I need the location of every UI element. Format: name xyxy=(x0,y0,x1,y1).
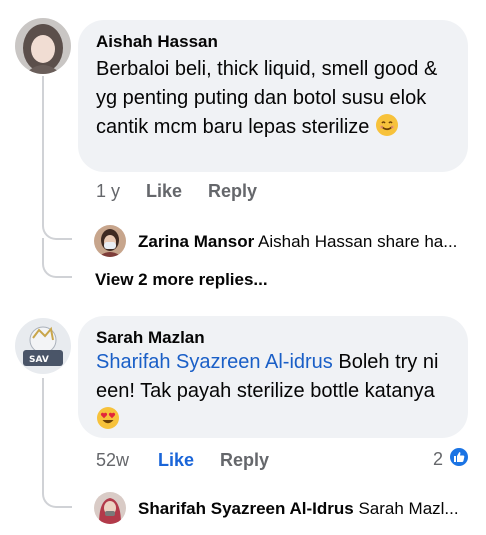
comment-author-1[interactable]: Aishah Hassan xyxy=(96,32,218,52)
reply-button-2[interactable]: Reply xyxy=(220,450,269,471)
comment-actions-1: 1 y Like Reply xyxy=(96,181,396,205)
thread-line-1b xyxy=(42,238,72,278)
comment-text-1: Berbaloi beli, thick liquid, smell good … xyxy=(96,55,458,142)
mention-link[interactable]: Sharifah Syazreen Al-idrus xyxy=(96,351,333,373)
comment-text-2: Sharifah Syazreen Al-idrus Boleh try ni … xyxy=(96,348,458,435)
thread-line-1 xyxy=(42,76,72,240)
thread-line-2 xyxy=(42,378,72,508)
heart-eyes-icon xyxy=(96,406,120,430)
view-more-replies-link[interactable]: View 2 more replies... xyxy=(95,270,268,290)
like-button-1[interactable]: Like xyxy=(146,181,182,202)
svg-text:SAV: SAV xyxy=(29,355,49,365)
reply-author-1[interactable]: Zarina Mansor xyxy=(138,232,254,251)
like-button-2[interactable]: Like xyxy=(158,450,194,471)
reaction-count[interactable]: 2 xyxy=(433,449,443,470)
comment-author-2[interactable]: Sarah Mazlan xyxy=(96,328,205,348)
reply-author-2[interactable]: Sharifah Syazreen Al-Idrus xyxy=(138,499,354,518)
reply-snippet-1: Aishah Hassan share ha... xyxy=(258,232,458,251)
comment-actions-2: 52w Like Reply xyxy=(96,450,396,474)
smiling-face-icon xyxy=(375,113,399,137)
avatar-aishah[interactable] xyxy=(15,18,71,74)
comment-time-2[interactable]: 52w xyxy=(96,450,129,471)
avatar-sharifah[interactable] xyxy=(94,492,126,524)
reply-snippet-2: Sarah Mazl... xyxy=(358,499,459,518)
avatar-zarina[interactable] xyxy=(94,225,126,257)
reply-preview-2[interactable]: Sharifah Syazreen Al-Idrus Sarah Mazl... xyxy=(138,499,459,519)
reply-preview-1[interactable]: Zarina Mansor Aishah Hassan share ha... xyxy=(138,232,457,252)
like-reaction-icon[interactable] xyxy=(448,446,470,468)
comment-time-1[interactable]: 1 y xyxy=(96,181,120,202)
avatar-sarah[interactable]: SAV xyxy=(15,318,71,374)
reply-button-1[interactable]: Reply xyxy=(208,181,257,202)
